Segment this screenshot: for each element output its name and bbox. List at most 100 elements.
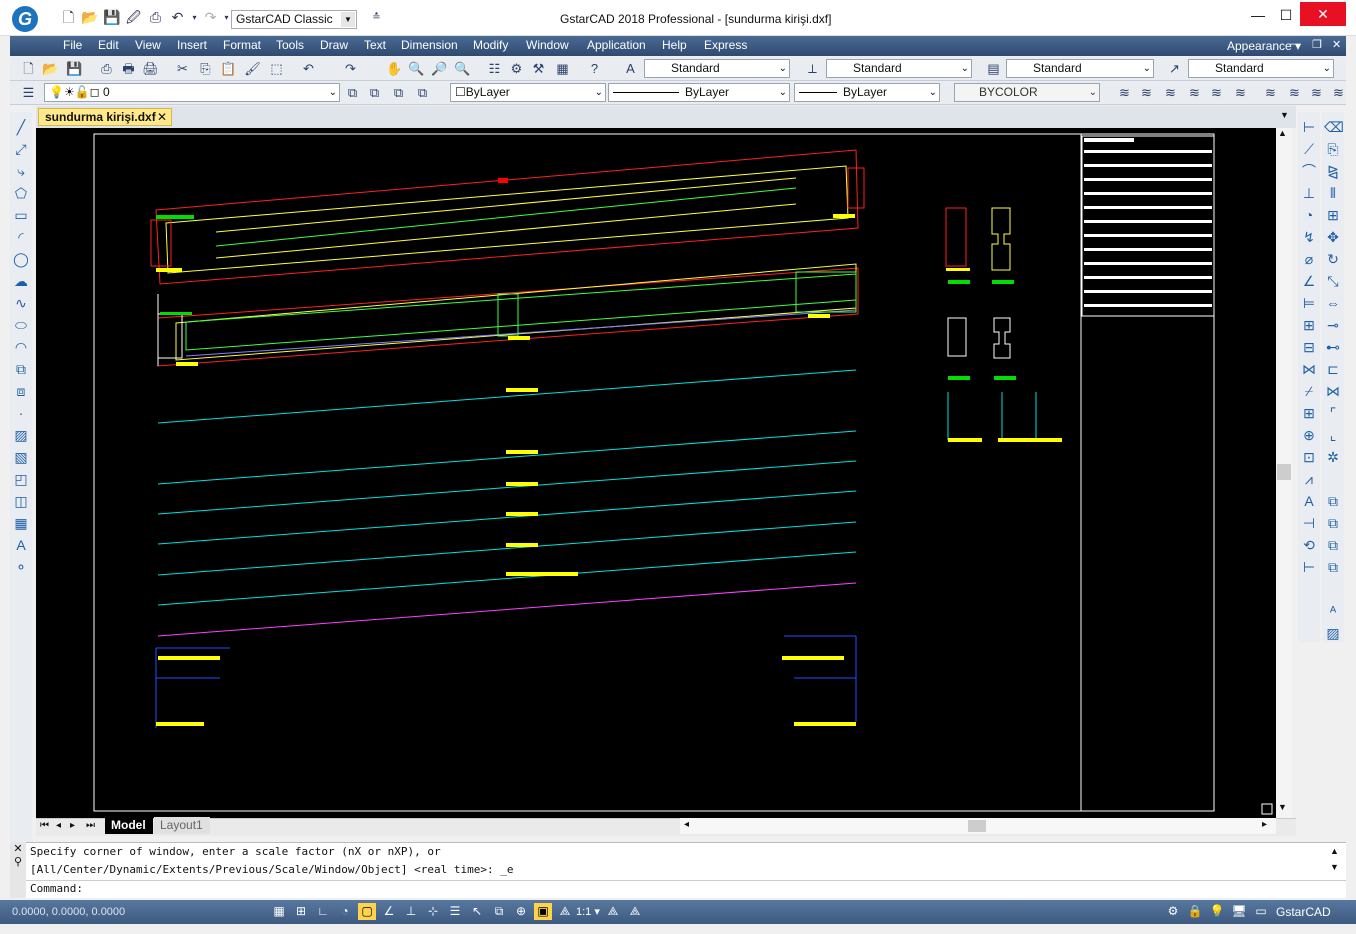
workspace-settings-icon[interactable]: ⚙ xyxy=(1164,903,1182,920)
next-layout-icon[interactable]: ▸ xyxy=(70,820,75,831)
menu-view[interactable]: View xyxy=(135,38,161,52)
point-icon[interactable]: · xyxy=(12,404,30,422)
multiline-text-icon[interactable]: A xyxy=(12,536,30,554)
add-selected-icon[interactable]: ⚬ xyxy=(12,558,30,576)
close-command-icon[interactable]: ✕ xyxy=(10,842,26,855)
command-scroll-down-icon[interactable]: ▼ xyxy=(1330,862,1339,872)
draw-order-below-icon[interactable]: ⧉ xyxy=(1324,558,1342,576)
table-icon[interactable]: ▦ xyxy=(12,514,30,532)
draw-order-above-icon[interactable]: ⧉ xyxy=(1324,536,1342,554)
insert-block-icon[interactable]: ⧉ xyxy=(12,360,30,378)
erase-icon[interactable]: ⌫ xyxy=(1324,118,1344,136)
redo-icon[interactable]: ↷ xyxy=(202,9,219,26)
dynamic-ucs-icon[interactable]: ⊥ xyxy=(402,903,420,920)
join-icon[interactable]: ⋈ xyxy=(1324,382,1342,400)
pan-icon[interactable]: ✋ xyxy=(386,60,403,77)
model-space-icon[interactable]: ▣ xyxy=(534,903,552,920)
hardware-acceleration-icon[interactable]: 🖥 xyxy=(1230,903,1248,920)
rectangle-icon[interactable]: ▭ xyxy=(12,206,30,224)
close-tab-icon[interactable]: ✕ xyxy=(157,109,167,125)
save-as-icon[interactable]: 🖉 xyxy=(125,9,142,26)
polygon-icon[interactable]: ⬠ xyxy=(12,184,30,202)
rotate-icon[interactable]: ↻ xyxy=(1324,250,1342,268)
zoom-previous-icon[interactable]: 🔍 xyxy=(454,60,471,77)
move-icon[interactable]: ✥ xyxy=(1324,228,1342,246)
transparency-icon[interactable]: ↖ xyxy=(468,903,486,920)
layer-tool-2-icon[interactable]: ≋ xyxy=(1138,84,1155,101)
layer-tool-6-icon[interactable]: ≋ xyxy=(1232,84,1249,101)
scroll-left-icon[interactable]: ◂ xyxy=(684,819,689,830)
table-style-icon[interactable]: ▤ xyxy=(985,60,1002,77)
dim-text-edit-icon[interactable]: ⊣ xyxy=(1300,514,1318,532)
ordinate-dim-icon[interactable]: ⊥ xyxy=(1300,184,1318,202)
selection-cycling-icon[interactable]: ⊕ xyxy=(512,903,530,920)
tab-list-icon[interactable]: ▼ xyxy=(1280,110,1289,120)
dim-style-select[interactable]: Standard ⌄ xyxy=(826,59,972,78)
paste-icon[interactable]: 📋 xyxy=(220,60,237,77)
hatch-icon[interactable]: ▨ xyxy=(12,426,30,444)
dim-space-icon[interactable]: ⋈ xyxy=(1300,360,1318,378)
horizontal-scroll-thumb[interactable] xyxy=(968,820,986,832)
baseline-dim-icon[interactable]: ⊞ xyxy=(1300,316,1318,334)
layer-tool-10-icon[interactable]: ≋ xyxy=(1330,84,1347,101)
scroll-down-icon[interactable]: ▼ xyxy=(1278,802,1287,812)
angular-dim-icon[interactable]: ∠ xyxy=(1300,272,1318,290)
multileader-style-select[interactable]: Standard ⌄ xyxy=(1188,59,1334,78)
layer-tool-8-icon[interactable]: ≋ xyxy=(1286,84,1303,101)
quick-properties-icon[interactable]: ⧉ xyxy=(490,903,508,920)
copy-object-icon[interactable]: ⎘ xyxy=(1324,140,1342,158)
linear-dim-icon[interactable]: ⊢ xyxy=(1300,118,1318,136)
layer-manager-icon[interactable]: ☰ xyxy=(20,84,37,101)
command-window-handle[interactable]: ✕ ⚲ xyxy=(10,842,26,898)
draw-order-front-icon[interactable]: ⧉ xyxy=(1324,492,1342,510)
polar-icon[interactable]: ◔ xyxy=(336,903,354,920)
print-preview-icon[interactable]: 🖶 xyxy=(120,60,137,77)
undo-icon[interactable]: ↶ xyxy=(169,9,186,26)
print-icon[interactable]: ⎙ xyxy=(98,60,115,77)
menu-format[interactable]: Format xyxy=(223,38,261,52)
text-style-icon[interactable]: A xyxy=(622,60,639,77)
annotation-scale-icon[interactable]: ⟁ xyxy=(556,903,574,920)
menu-dimension[interactable]: Dimension xyxy=(401,38,458,52)
command-scroll-up-icon[interactable]: ▲ xyxy=(1330,846,1339,856)
tab-layout1[interactable]: Layout1 xyxy=(154,817,210,834)
lock-ui-icon[interactable]: 🔒 xyxy=(1186,903,1204,920)
plot-style-select[interactable]: BYCOLOR ⌄ xyxy=(954,83,1100,102)
layer-tool-4-icon[interactable]: ≋ xyxy=(1186,84,1203,101)
doc-close-icon[interactable]: ✕ xyxy=(1332,38,1341,51)
quick-dim-icon[interactable]: ⊨ xyxy=(1300,294,1318,312)
menu-file[interactable]: File xyxy=(63,38,82,52)
line-icon[interactable]: ╱ xyxy=(12,118,30,136)
tolerance-icon[interactable]: ⊞ xyxy=(1300,404,1318,422)
menu-modify[interactable]: Modify xyxy=(473,38,508,52)
cut-icon[interactable]: ✂ xyxy=(174,60,191,77)
annotation-visibility-icon[interactable]: ⟁ xyxy=(604,903,622,920)
linetype-select[interactable]: ByLayer ⌄ xyxy=(608,83,790,102)
menu-insert[interactable]: Insert xyxy=(177,38,207,52)
wipeout-icon[interactable]: ◫ xyxy=(12,492,30,510)
minimize-icon[interactable]: — xyxy=(1248,6,1268,24)
vertical-scroll-thumb[interactable] xyxy=(1277,464,1291,480)
aligned-dim-icon[interactable]: ⟋ xyxy=(1300,140,1318,158)
prev-layout-icon[interactable]: ◂ xyxy=(56,820,61,831)
publish-icon[interactable]: 🖨 xyxy=(142,60,159,77)
object-snap-icon[interactable]: ▢ xyxy=(358,903,376,920)
tab-model[interactable]: Model xyxy=(105,817,153,834)
polyline-icon[interactable]: ⤷ xyxy=(12,162,30,180)
stretch-icon[interactable]: ⇔ xyxy=(1324,294,1342,312)
new-icon[interactable]: 🗋 xyxy=(20,60,37,77)
region-icon[interactable]: ◰ xyxy=(12,470,30,488)
extend-icon[interactable]: ⊷ xyxy=(1324,338,1342,356)
maximize-icon[interactable]: ☐ xyxy=(1276,6,1296,24)
object-snap-tracking-icon[interactable]: ∠ xyxy=(380,903,398,920)
properties-icon[interactable]: ☷ xyxy=(486,60,503,77)
circle-icon[interactable]: ◯ xyxy=(12,250,30,268)
construction-line-icon[interactable]: ⤢ xyxy=(12,140,30,158)
revision-cloud-icon[interactable]: ☁ xyxy=(12,272,30,290)
make-block-icon[interactable]: ⧈ xyxy=(12,382,30,400)
snap-icon[interactable]: ▦ xyxy=(270,903,288,920)
grid-icon[interactable]: ⊞ xyxy=(292,903,310,920)
dim-update-icon[interactable]: ⟲ xyxy=(1300,536,1318,554)
ellipse-arc-icon[interactable]: ◠ xyxy=(12,338,30,356)
center-mark-icon[interactable]: ⊕ xyxy=(1300,426,1318,444)
